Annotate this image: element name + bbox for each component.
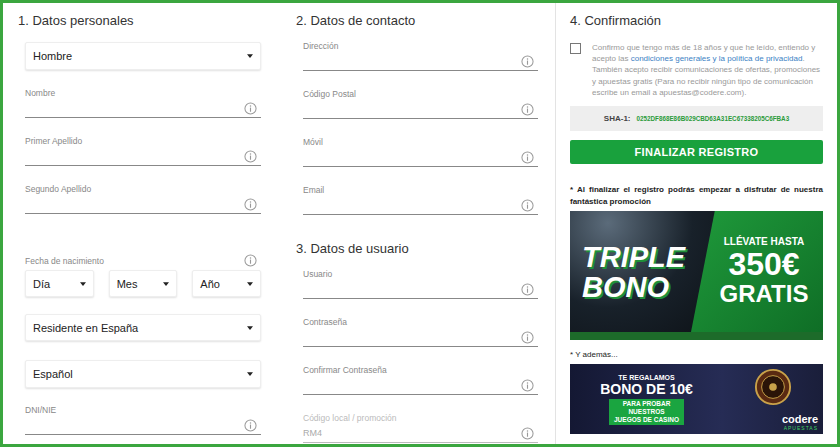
consent-text: Confirmo que tengo más de 18 años y que … <box>592 42 823 98</box>
field-value: RM4 <box>303 428 322 438</box>
residence-select[interactable]: Residente en España <box>25 314 261 341</box>
info-icon[interactable] <box>521 55 534 68</box>
finish-button[interactable]: FINALIZAR REGISTRO <box>570 140 823 164</box>
field-label: Dirección <box>303 40 538 52</box>
casino-banner[interactable]: TE REGALAMOSBONO DE 10€ PARA PROBARNUESTR… <box>570 364 823 434</box>
triple-bono-banner[interactable]: TRIPLEBONO LLÉVATE HASTA350€GRATIS <box>570 211 823 340</box>
info-icon[interactable] <box>244 150 257 163</box>
banner-free: GRATIS <box>720 281 809 307</box>
confirmation-heading: 4. Confirmación <box>570 12 823 30</box>
banner-subline: PARA PROBAR <box>623 400 671 408</box>
sha-value: 0252DF868E86B029CBD63A31EC67338205C6FBA3 <box>637 115 790 122</box>
field-label: DNI/NIE <box>25 404 261 416</box>
promo-note: * Al finalizar el registro podrás empeza… <box>570 184 823 207</box>
caret-icon <box>247 282 253 286</box>
field-label: Contraseña <box>303 316 538 328</box>
field-label: Segundo Apellido <box>25 183 261 195</box>
caret-icon <box>247 372 253 376</box>
info-icon[interactable] <box>521 199 534 212</box>
text-field[interactable]: Contraseña <box>303 316 538 347</box>
field-label: Nombre <box>25 87 261 99</box>
field-label: Móvil <box>303 136 538 148</box>
text-field[interactable]: Email <box>303 184 538 215</box>
info-icon[interactable] <box>244 419 257 432</box>
banner-kicker: LLÉVATE HASTA <box>724 236 805 247</box>
info-icon[interactable] <box>521 331 534 344</box>
more-note: * Y además... <box>570 350 823 359</box>
contact-heading: 2. Datos de contacto <box>296 12 538 30</box>
user-heading: 3. Datos de usuario <box>296 240 538 258</box>
text-field[interactable]: Dirección <box>303 40 538 71</box>
text-field[interactable]: Nombre <box>25 87 261 118</box>
banner-title: TRIPLE <box>582 242 691 272</box>
info-icon[interactable] <box>244 102 257 115</box>
field-label: Código local / promoción <box>303 412 538 424</box>
sha-label: SHA-1: <box>604 114 631 123</box>
text-field[interactable]: Primer Apellido <box>25 135 261 166</box>
date-select[interactable]: Año <box>192 270 261 297</box>
text-field[interactable]: Móvil <box>303 136 538 167</box>
info-icon[interactable] <box>521 427 534 440</box>
caret-icon <box>163 282 169 286</box>
gender-value: Hombre <box>33 50 72 62</box>
field-label: Código Postal <box>303 88 538 100</box>
banner-amount: 350€ <box>728 247 799 281</box>
personal-heading: 1. Datos personales <box>18 12 261 30</box>
info-icon[interactable] <box>521 103 534 116</box>
banner-kicker: TE REGALAMOS <box>618 374 674 381</box>
info-icon[interactable] <box>521 379 534 392</box>
info-icon[interactable] <box>521 283 534 296</box>
consent-row: Confirmo que tengo más de 18 años y que … <box>570 42 823 98</box>
caret-icon <box>247 54 253 58</box>
consent-checkbox[interactable] <box>570 43 581 54</box>
sha-bar: SHA-1: 0252DF868E86B029CBD63A31EC67338205… <box>570 106 823 131</box>
date-select[interactable]: Mes <box>109 270 178 297</box>
text-field[interactable]: Confirmar Contraseña <box>303 364 538 395</box>
contact-section: 2. Datos de contacto Dirección Código Post… <box>278 3 555 444</box>
codere-logo: codereAPUESTAS <box>782 414 823 431</box>
document-field[interactable]: DNI/NIE <box>25 404 261 435</box>
info-icon[interactable] <box>521 151 534 164</box>
roulette-icon <box>754 368 792 406</box>
field-label: Usuario <box>303 268 538 280</box>
field-label: Primer Apellido <box>25 135 261 147</box>
caret-icon <box>247 326 253 330</box>
text-field: Código local / promoción RM4 <box>303 412 538 443</box>
info-icon[interactable] <box>244 198 257 211</box>
terms-link[interactable]: condiciones generales y la política de p… <box>631 54 803 63</box>
confirmation-section: 4. Confirmación Confirmo que tengo más de… <box>555 3 837 444</box>
birth-label: Fecha de nacimiento <box>25 255 104 267</box>
banner-headline: BONO DE 10€ <box>600 381 693 397</box>
personal-section: 1. Datos personales Hombre Nombre Primer Ap… <box>3 3 278 444</box>
banner-title: BONO <box>582 272 691 302</box>
banner-subline: NUESTROS <box>628 408 664 416</box>
field-label: Confirmar Contraseña <box>303 364 538 376</box>
language-select[interactable]: Español <box>25 360 261 388</box>
text-field[interactable]: Segundo Apellido <box>25 183 261 214</box>
caret-icon <box>80 282 86 286</box>
birth-date: Fecha de nacimiento Día Mes Año <box>25 254 261 297</box>
gender-select[interactable]: Hombre <box>25 42 261 70</box>
info-icon[interactable] <box>244 254 257 267</box>
field-label: Email <box>303 184 538 196</box>
date-select[interactable]: Día <box>25 270 94 297</box>
banner-subline: JUEGOS DE CASINO <box>614 416 679 424</box>
registration-page: 1. Datos personales Hombre Nombre Primer Ap… <box>0 0 840 447</box>
text-field[interactable]: Usuario <box>303 268 538 299</box>
text-field[interactable]: Código Postal <box>303 88 538 119</box>
